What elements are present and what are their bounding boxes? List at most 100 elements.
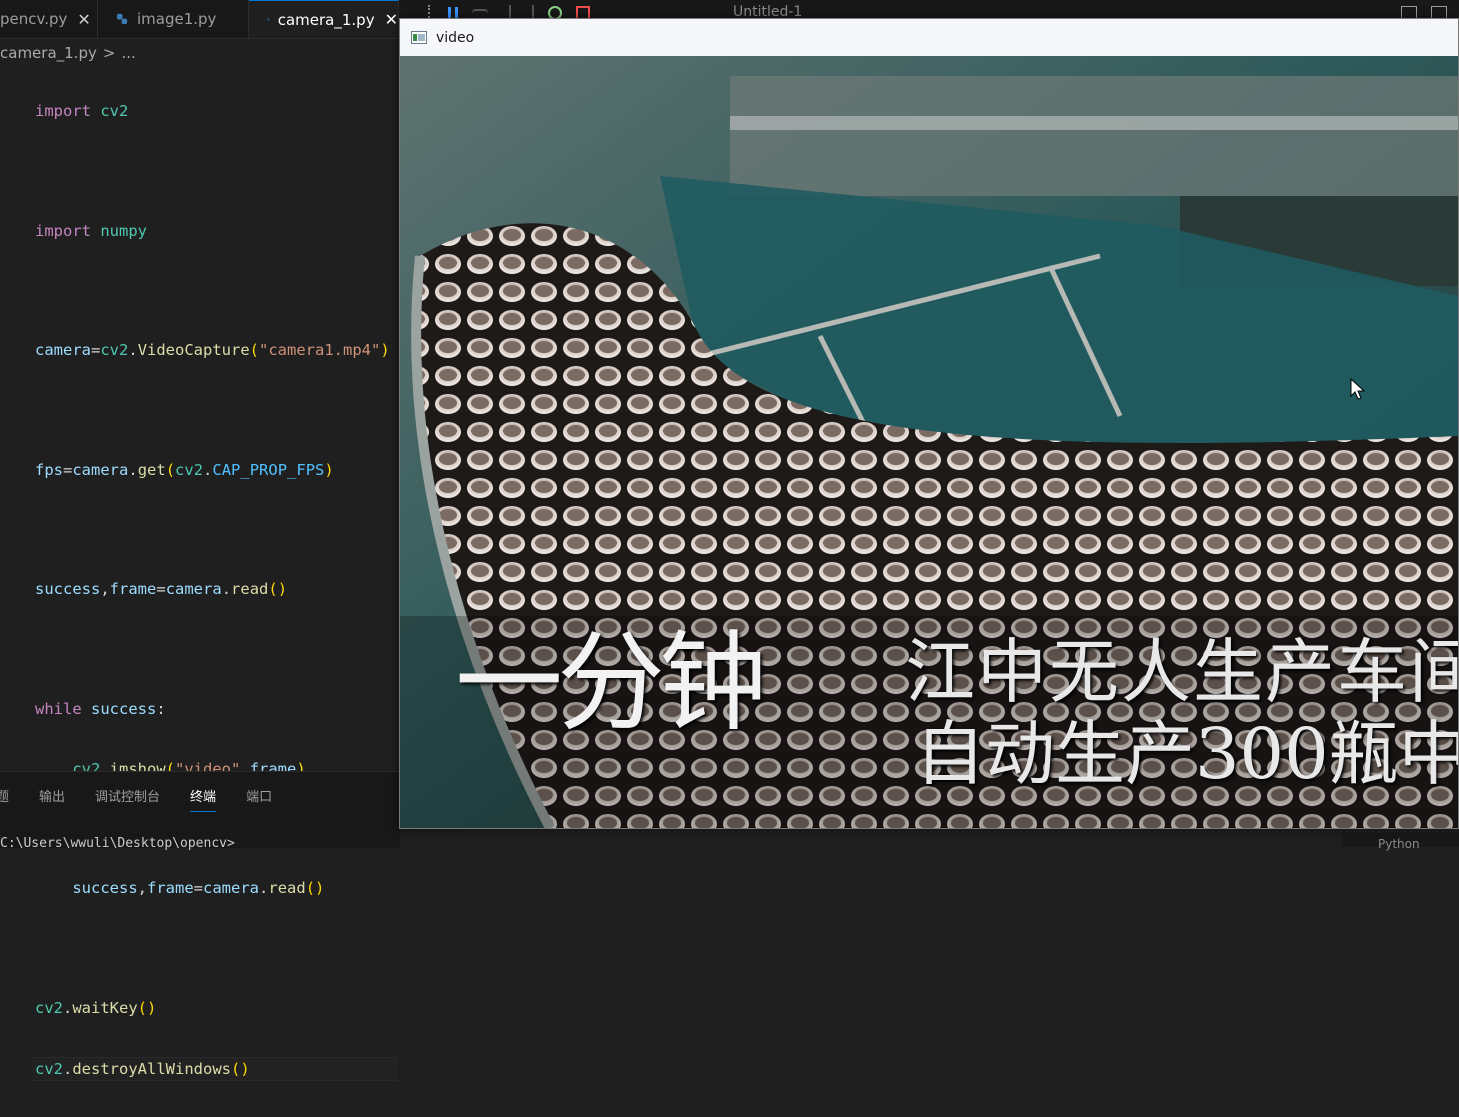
breadcrumb-symbol[interactable]: ...: [121, 44, 135, 62]
panel-tabs: 题 输出 调试控制台 终端 端口: [0, 786, 272, 812]
code-token: .: [203, 460, 213, 479]
code-token: (): [230, 1059, 250, 1078]
code-token: waitKey: [72, 998, 138, 1017]
code-token: CAP_PROP_FPS: [212, 460, 325, 479]
code-line-current: cv2.destroyAllWindows(): [33, 1056, 398, 1081]
code-token: ): [380, 341, 390, 360]
code-token: =: [193, 879, 204, 898]
code-token: =: [63, 460, 73, 479]
code-token: fps: [35, 460, 63, 479]
code-token: (): [268, 580, 288, 599]
code-token: camera: [165, 580, 222, 599]
tab-image1[interactable]: image1.py: [98, 0, 249, 38]
code-token: success: [91, 699, 157, 718]
code-line: import cv2: [35, 100, 398, 124]
close-icon[interactable]: ✕: [385, 10, 398, 29]
code-line: while success:: [35, 698, 398, 722]
code-token: cv2: [175, 460, 204, 479]
code-token: =: [156, 580, 166, 599]
python-file-icon: [267, 18, 270, 21]
code-token: .: [259, 879, 269, 898]
bottom-panel: 题 输出 调试控制台 终端 端口 C:\Users\wwuli\Desktop\…: [0, 771, 400, 851]
code-token: (): [137, 998, 157, 1017]
code-token: "camera1.mp4": [259, 341, 381, 360]
code-token: .: [63, 998, 73, 1017]
code-token: while: [35, 699, 82, 718]
code-token: .: [128, 341, 138, 360]
code-token: (: [165, 460, 176, 479]
code-token: numpy: [100, 221, 148, 240]
code-token: ): [324, 460, 334, 479]
code-token: .: [63, 1059, 73, 1078]
code-token: import: [35, 102, 91, 120]
window-app-icon: [411, 31, 427, 44]
tab-problems[interactable]: 题: [0, 786, 9, 812]
tab-output[interactable]: 输出: [39, 786, 65, 812]
code-token: =: [91, 341, 101, 360]
tab-label: image1.py: [137, 10, 217, 28]
python-file-icon: [116, 13, 128, 24]
breadcrumb-file[interactable]: camera_1.py: [0, 44, 97, 62]
subtitle-big: 一分钟: [455, 621, 767, 746]
breadcrumb: camera_1.py > ...: [0, 42, 142, 64]
code-line: cv2.waitKey(): [35, 997, 398, 1021]
terminal-label: Python: [1378, 837, 1420, 851]
video-subtitles: 一分钟 江中无人生产车间 自动生产300瓶中药: [400, 56, 1458, 828]
tab-label: pencv.py: [0, 10, 68, 28]
code-token: camera: [35, 341, 91, 360]
code-token: :: [156, 699, 166, 718]
code-line: camera=cv2.VideoCapture("camera1.mp4"): [35, 339, 398, 363]
tab-ports[interactable]: 端口: [246, 786, 272, 812]
code-token: camera: [203, 879, 260, 898]
video-frame: 一分钟 江中无人生产车间 自动生产300瓶中药: [400, 56, 1458, 828]
tab-terminal[interactable]: 终端: [190, 786, 217, 812]
code-token: get: [137, 460, 166, 479]
tab-debug-console[interactable]: 调试控制台: [95, 786, 160, 812]
code-token: .: [221, 580, 232, 599]
code-token: frame: [147, 879, 194, 898]
code-token: frame: [109, 580, 157, 599]
code-line: import numpy: [35, 220, 398, 244]
code-token: success: [72, 879, 138, 898]
code-token: success: [35, 580, 101, 599]
code-token: ,: [100, 580, 110, 599]
code-token: read: [268, 879, 306, 898]
terminal-prompt[interactable]: C:\Users\wwuli\Desktop\opencv>: [0, 836, 235, 851]
code-token: cv2: [100, 102, 129, 120]
code-token: destroyAllWindows: [72, 1059, 231, 1078]
code-token: cv2: [100, 341, 129, 360]
window-titlebar[interactable]: video: [400, 19, 1458, 56]
code-line: success,frame=camera.read(): [35, 578, 398, 602]
code-token: (): [305, 879, 325, 898]
subtitle-line-2: 自动生产300瓶中药: [915, 713, 1458, 795]
tab-camera-1[interactable]: camera_1.py ✕: [249, 0, 399, 38]
code-token: (: [249, 341, 260, 360]
code-line: fps=camera.get(cv2.CAP_PROP_FPS): [35, 459, 398, 483]
code-token: camera: [72, 460, 129, 479]
code-editor[interactable]: import cv2 import numpy camera=cv2.Video…: [0, 64, 400, 1081]
code-content[interactable]: import cv2 import numpy camera=cv2.Video…: [33, 64, 398, 1117]
mouse-cursor-icon: [1350, 378, 1366, 400]
code-token: .: [128, 460, 138, 479]
code-line: success,frame=camera.read(): [35, 877, 398, 901]
close-icon[interactable]: ✕: [77, 10, 90, 29]
code-token: read: [231, 580, 269, 599]
window-title: video: [436, 29, 475, 46]
chevron-right-icon: >: [102, 44, 116, 62]
tab-label: camera_1.py: [277, 10, 375, 29]
tab-opencv[interactable]: pencv.py ✕: [0, 0, 98, 38]
code-token: ,: [137, 879, 147, 898]
video-window[interactable]: video 一分钟 江中无人生产车间 自动生产300瓶中: [399, 18, 1459, 829]
code-token: cv2: [35, 998, 63, 1017]
step-over-icon[interactable]: [472, 9, 488, 17]
code-token: cv2: [35, 1059, 63, 1078]
python-terminal-label[interactable]: Python: [1342, 833, 1459, 851]
code-token: VideoCapture: [137, 341, 250, 360]
code-token: import: [35, 221, 91, 240]
